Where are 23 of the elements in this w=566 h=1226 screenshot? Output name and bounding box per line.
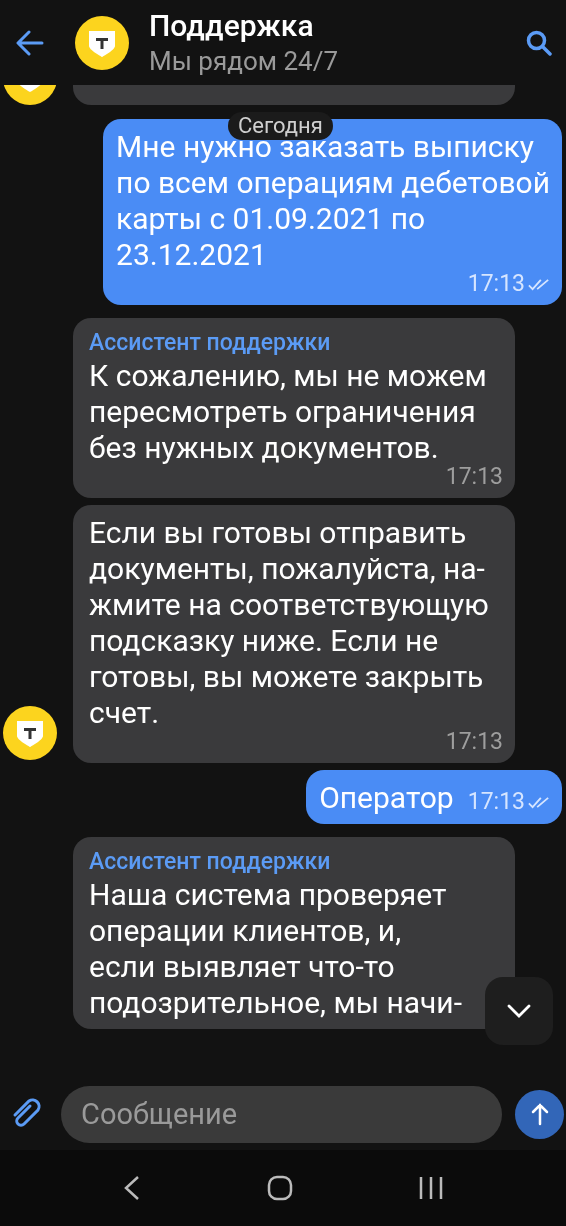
search-icon[interactable]: [526, 29, 552, 56]
recent-apps-icon[interactable]: [417, 1176, 444, 1200]
message-time: 17:13: [467, 789, 525, 815]
message-text: Если вы готовы отправить документы, пожалуйста, на- жмите на соответствующую подсказку ниже. Если не готовы, вы можете закрыть счет.: [89, 515, 489, 731]
message-time: 17:13: [467, 271, 525, 297]
home-icon[interactable]: [267, 1175, 293, 1201]
message-time: 17:13: [445, 729, 503, 755]
shield-logo-icon: [75, 15, 129, 70]
send-button[interactable]: [515, 1089, 564, 1139]
message-text: Оператор: [319, 780, 454, 816]
chat-subtitle: Мы рядом 24/7: [149, 44, 339, 77]
message-input[interactable]: Сообщение: [61, 1085, 502, 1143]
message-text: Наша система проверяет операции клиентов, и, если выявляет что-то подозрительное, мы начи-: [89, 877, 462, 1021]
arrow-up-icon: [530, 1102, 549, 1126]
message-text: К сожалению, мы не можем пересмотреть ограничения без нужных документов.: [89, 358, 487, 466]
avatar-icon[interactable]: [3, 706, 57, 760]
chat-title: Поддержка: [149, 8, 314, 43]
back-icon[interactable]: [16, 29, 44, 56]
sender-name: Ассистент поддержки: [89, 847, 331, 877]
sender-name: Ассистент поддержки: [89, 328, 331, 358]
scroll-down-button[interactable]: [485, 977, 553, 1045]
message-time: 17:13: [445, 464, 503, 490]
chevron-down-icon: [507, 1004, 531, 1018]
